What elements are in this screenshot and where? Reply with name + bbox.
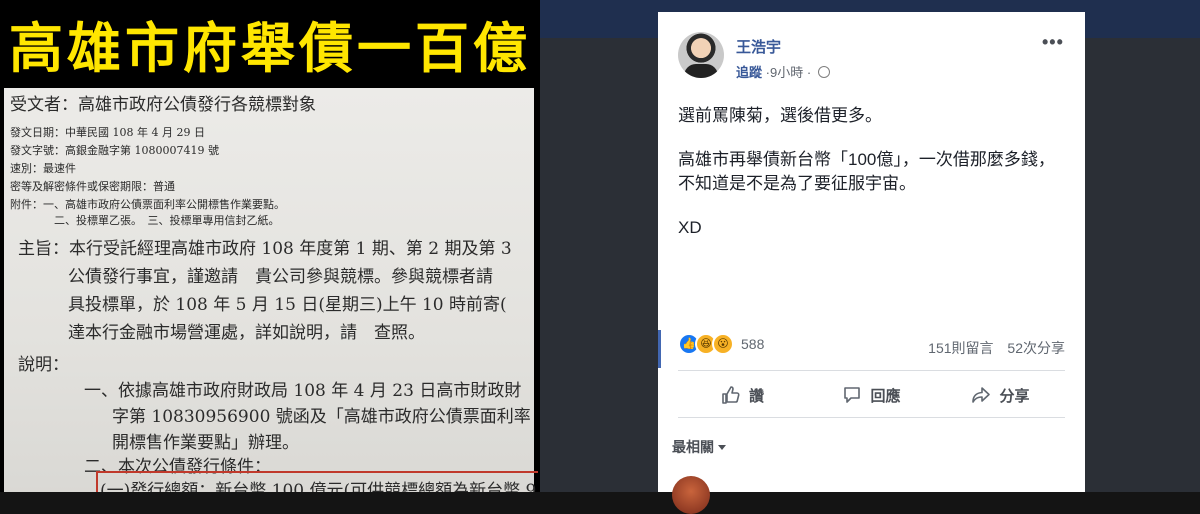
- wow-icon: 😮: [712, 333, 734, 355]
- doc-item1b: 字第 10830956900 號函及「高雄市政府公債票面利率: [112, 407, 531, 427]
- like-button[interactable]: 讚: [678, 377, 807, 413]
- share-label: 分享: [999, 387, 1030, 405]
- post-time[interactable]: 9小時: [770, 65, 803, 80]
- more-options-icon[interactable]: •••: [1042, 32, 1064, 53]
- engagement-counts: 151則留言 52次分享: [918, 338, 1065, 358]
- doc-recipient: 受文者：高雄市政府公債發行各競標對象: [10, 95, 316, 115]
- doc-subject4: 達本行金融市場營運處，詳如說明，請 查照。: [68, 323, 425, 343]
- comment-label: 回應: [870, 387, 901, 405]
- divider: [678, 370, 1065, 371]
- reaction-count: 588: [741, 336, 765, 352]
- shares-count[interactable]: 52次分享: [1007, 340, 1065, 356]
- chevron-down-icon: [718, 445, 726, 450]
- photo-headline: 高雄市府舉債一百億: [9, 16, 531, 80]
- doc-explain: 說明：: [18, 355, 69, 375]
- post-paragraph-3: XD: [678, 218, 702, 237]
- comment-button[interactable]: 回應: [807, 377, 936, 413]
- globe-icon: [817, 66, 830, 78]
- share-icon: [972, 387, 991, 403]
- post-paragraph-1: 選前罵陳菊，選後借更多。: [678, 106, 882, 125]
- viewer-background-right: [1085, 38, 1200, 492]
- focus-indicator: [658, 330, 661, 368]
- doc-subject1: 主旨：本行受託經理高雄市政府 108 年度第 1 期、第 2 期及第 3: [18, 239, 512, 259]
- doc-secrecy: 密等及解密條件或保密期限：普通: [10, 180, 175, 193]
- viewer-background-left: [540, 38, 658, 492]
- post-text: 選前罵陳菊，選後借更多。 高雄市再舉債新台幣「100億」，一次借那麼多錢，不知道…: [678, 104, 1068, 260]
- doc-attach2: 二、投標單乙張。 三、投標單專用信封乙紙。: [54, 214, 280, 227]
- doc-number: 發文字號：高銀金融字第 1080007419 號: [10, 144, 219, 157]
- document-scan: 受文者：高雄市政府公債發行各競標對象 發文日期：中華民國 108 年 4 月 2…: [4, 88, 538, 492]
- doc-attach1: 附件：一、高雄市政府公債票面利率公開標售作業要點。: [10, 198, 285, 211]
- post-card: 王浩宇 追蹤 ·9小時 · ••• 選前罵陳菊，選後借更多。 高雄市再舉債新台幣…: [658, 12, 1085, 514]
- doc-item1a: 一、依據高雄市政府財政局 108 年 4 月 23 日高市財政財: [84, 381, 522, 401]
- sort-label: 最相關: [672, 439, 714, 455]
- doc-date: 發文日期：中華民國 108 年 4 月 29 日: [10, 126, 205, 139]
- commenter-avatar[interactable]: [672, 476, 710, 514]
- doc-subject3: 具投標單，於 108 年 5 月 15 日(星期三)上午 10 時前寄(: [68, 295, 507, 315]
- doc-subject2: 公債發行事宜，謹邀請 貴公司參與競標。參與競標者請: [68, 267, 493, 287]
- post-photo[interactable]: 高雄市府舉債一百億 受文者：高雄市政府公債發行各競標對象 發文日期：中華民國 1…: [0, 0, 540, 492]
- author-name[interactable]: 王浩宇: [736, 36, 781, 57]
- doc-speed: 速別：最速件: [10, 162, 76, 175]
- divider: [678, 417, 1065, 418]
- thumbs-up-icon: [722, 386, 740, 404]
- meta-separator: ·: [806, 65, 812, 80]
- post-actions: 讚 回應 分享: [678, 377, 1065, 413]
- reactions-summary[interactable]: 👍 😆 😮 588: [678, 333, 765, 355]
- post-meta: 追蹤 ·9小時 ·: [736, 62, 830, 81]
- comment-sort-dropdown[interactable]: 最相關: [672, 437, 726, 457]
- share-button[interactable]: 分享: [936, 377, 1065, 413]
- comment-icon: [844, 387, 861, 403]
- post-paragraph-2: 高雄市再舉債新台幣「100億」，一次借那麼多錢，不知道是不是為了要征服宇宙。: [678, 150, 1055, 193]
- follow-link[interactable]: 追蹤: [736, 65, 762, 80]
- doc-item1c: 開標售作業要點」辦理。: [112, 433, 299, 453]
- author-avatar[interactable]: [678, 32, 724, 78]
- like-label: 讚: [748, 387, 764, 405]
- comments-count[interactable]: 151則留言: [928, 340, 993, 356]
- doc-highlight-box: [96, 471, 538, 492]
